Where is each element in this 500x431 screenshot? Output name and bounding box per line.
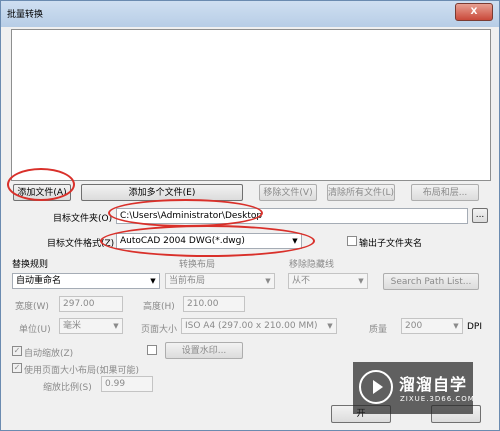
convert-layout-select[interactable]: 当前布局 ▼ <box>165 273 275 289</box>
unit-select[interactable]: 毫米 ▼ <box>59 318 123 334</box>
remove-file-button[interactable]: 移除文件(V) <box>259 184 317 201</box>
clear-all-files-button[interactable]: 清除所有文件(L) <box>327 184 395 201</box>
chevron-down-icon: ▼ <box>327 322 333 330</box>
quality-value: 200 <box>405 321 423 331</box>
hidden-lines-value: 从不 <box>292 276 311 286</box>
layout-and-layers-button[interactable]: 布局和层... <box>411 184 479 201</box>
replace-rule-select[interactable]: 自动重命名 ▼ <box>12 273 160 289</box>
watermark-settings-button[interactable]: 设置水印... <box>165 342 243 359</box>
auto-zoom-label: 自动缩放(Z) <box>24 349 74 359</box>
hidden-lines-label: 移除隐藏线 <box>289 260 335 270</box>
output-subfolder-label: 输出子文件夹名 <box>359 239 423 249</box>
watermark-brand: 溜溜自学 <box>399 375 468 394</box>
chevron-down-icon: ▼ <box>150 277 156 285</box>
annotation-circle-target-folder <box>108 199 263 227</box>
add-multiple-files-button[interactable]: 添加多个文件(E) <box>81 184 243 201</box>
page-size-label: 页面大小 <box>141 325 178 335</box>
convert-layout-value: 当前布局 <box>169 276 206 286</box>
use-page-size-checkbox[interactable]: ✓ <box>12 363 22 373</box>
unit-label: 单位(U) <box>19 325 51 335</box>
browse-folder-button[interactable]: ... <box>472 208 488 223</box>
replace-rule-value: 自动重命名 <box>16 276 62 286</box>
target-folder-label: 目标文件夹(O) <box>53 214 113 224</box>
play-logo-icon <box>359 370 393 404</box>
quality-select[interactable]: 200 ▼ <box>401 318 463 334</box>
convert-layout-label: 转换布局 <box>179 260 216 270</box>
title-bar: 批量转换 X <box>1 1 499 27</box>
watermark-overlay: 溜溜自学 ZIXUE.3D66.COM <box>353 362 475 414</box>
file-list[interactable] <box>11 29 491 181</box>
quality-label: 质量 <box>369 325 388 335</box>
zoom-ratio-label: 缩放比例(S) <box>43 383 92 393</box>
quality-unit-label: DPI <box>467 322 483 332</box>
use-page-size-label: 使用页面大小布局(如果可能) <box>24 366 140 376</box>
zoom-ratio-input[interactable]: 0.99 <box>101 376 153 392</box>
chevron-down-icon: ▼ <box>358 277 364 285</box>
chevron-down-icon: ▼ <box>265 277 271 285</box>
annotation-circle-add-file <box>7 168 75 201</box>
watermark-checkbox[interactable] <box>147 345 157 355</box>
close-button[interactable]: X <box>455 3 493 21</box>
chevron-down-icon: ▼ <box>113 322 119 330</box>
replace-rule-label: 替换规则 <box>12 260 49 270</box>
width-input[interactable]: 297.00 <box>59 296 123 312</box>
output-subfolder-checkbox[interactable] <box>347 236 357 246</box>
page-size-select[interactable]: ISO A4 (297.00 x 210.00 MM) ▼ <box>181 318 337 334</box>
search-path-list-button[interactable]: Search Path List... <box>383 273 479 290</box>
width-label: 宽度(W) <box>15 302 49 312</box>
height-label: 高度(H) <box>143 302 175 312</box>
chevron-down-icon: ▼ <box>453 322 459 330</box>
auto-zoom-checkbox[interactable]: ✓ <box>12 346 22 356</box>
unit-value: 毫米 <box>63 321 82 331</box>
hidden-lines-select[interactable]: 从不 ▼ <box>288 273 368 289</box>
watermark-domain: ZIXUE.3D66.COM <box>400 395 475 403</box>
annotation-circle-target-format <box>100 225 315 257</box>
page-size-value: ISO A4 (297.00 x 210.00 MM) <box>185 321 318 331</box>
height-input[interactable]: 210.00 <box>183 296 245 312</box>
window-title: 批量转换 <box>7 10 44 20</box>
